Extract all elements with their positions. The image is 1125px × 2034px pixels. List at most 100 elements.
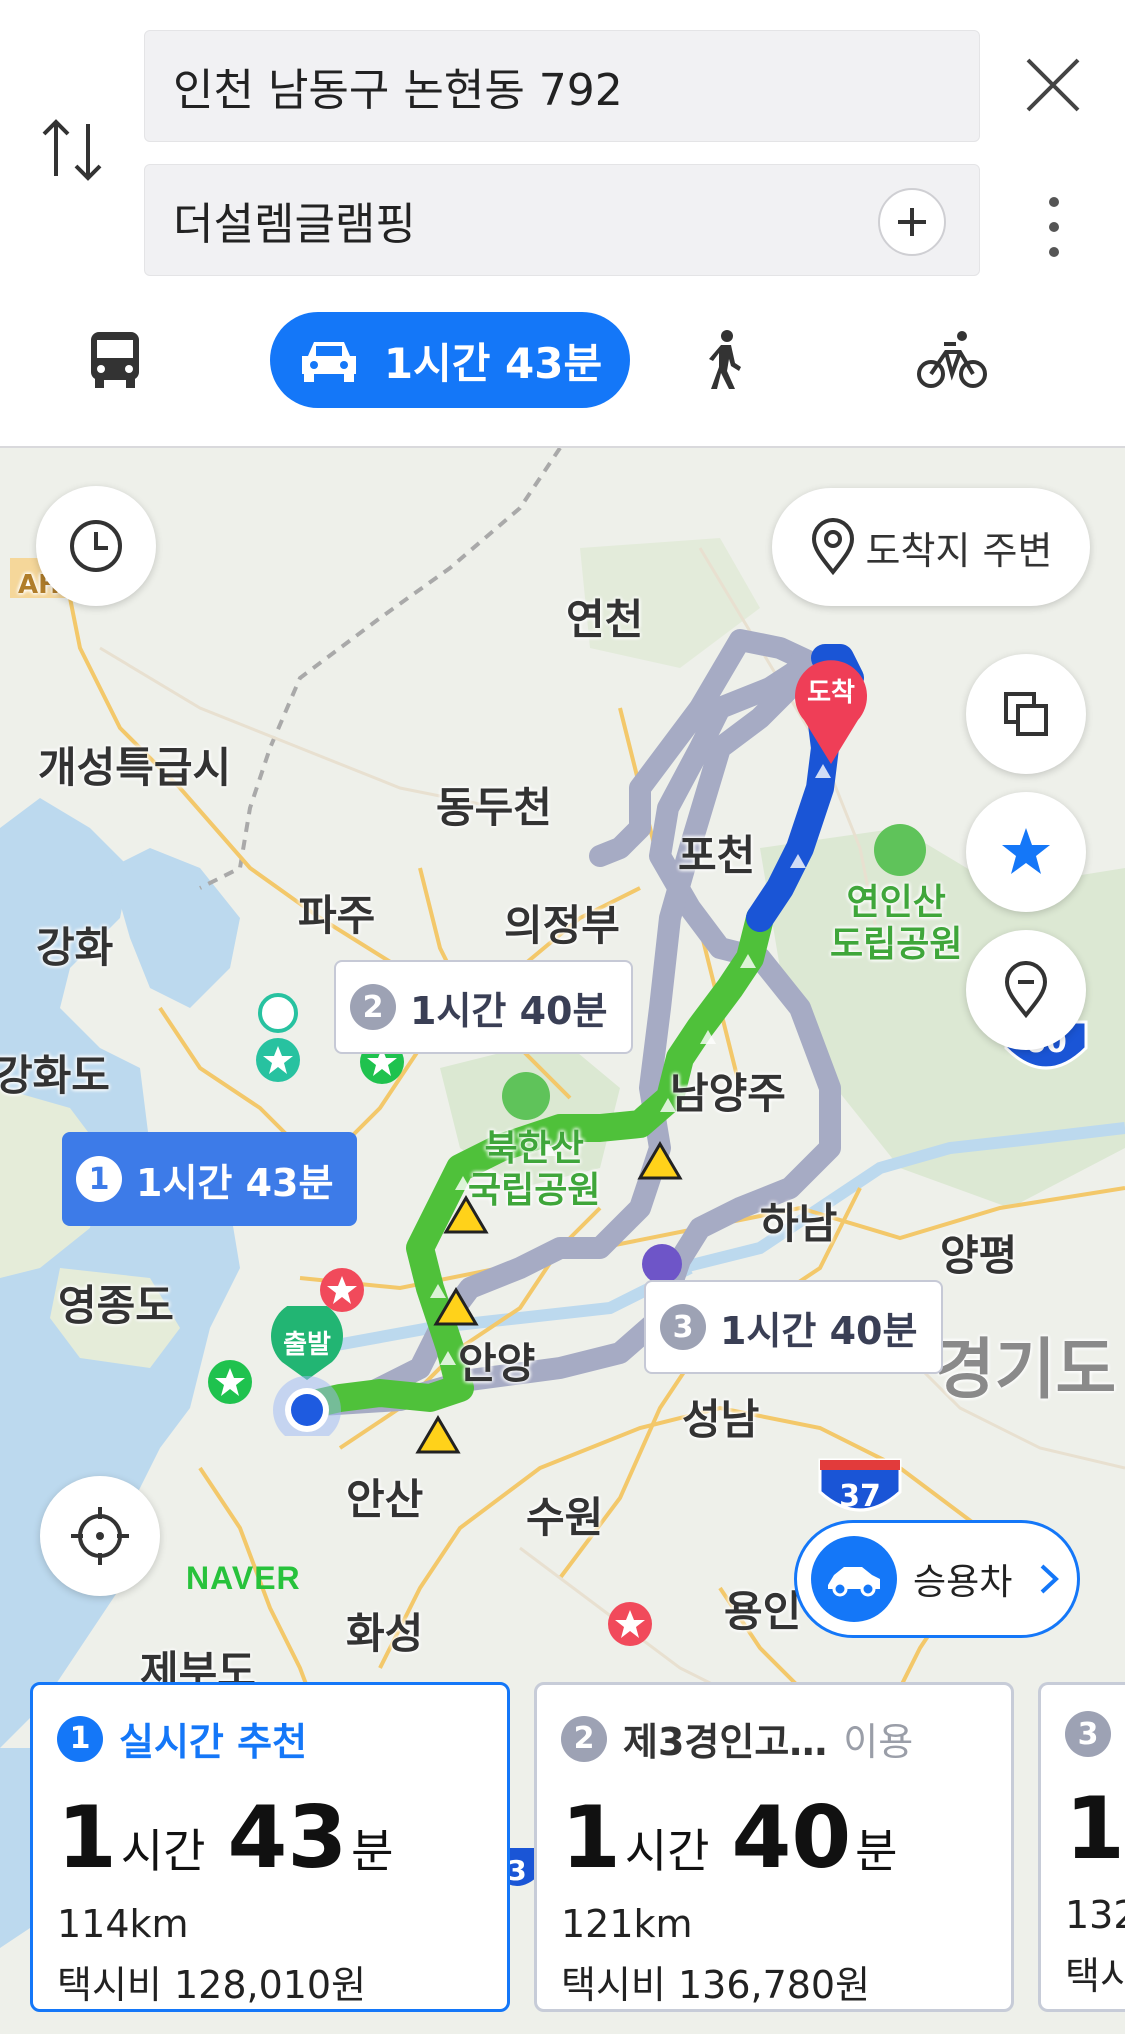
route-card-1[interactable]: 1 실시간 추천 1 시간 43 분 114km 택시비 128,010원 <box>30 1682 510 2012</box>
route-card-header: 3 <box>1065 1711 1125 1757</box>
duration-hours: 1 <box>1065 1779 1125 1879</box>
route-taxi-fare: 택시비 136,780원 <box>561 1963 871 2007</box>
favorites-button[interactable] <box>966 792 1086 912</box>
place-label-namyangju: 남양주 <box>670 1069 786 1118</box>
nearby-destination-button[interactable]: 도착지 주변 <box>772 488 1090 606</box>
poi-number-icon <box>258 993 298 1033</box>
tab-walk[interactable] <box>690 312 760 408</box>
route-card-3[interactable]: 3 1 132 택시 <box>1038 1682 1125 2012</box>
clock-icon <box>70 520 122 572</box>
place-label-dongducheon: 동두천 <box>436 783 552 832</box>
pin-minus-icon <box>1004 961 1048 1019</box>
duration-hour-unit: 시간 <box>624 1824 710 1878</box>
tab-transit[interactable] <box>70 312 160 408</box>
crosshair-icon <box>71 1507 129 1565</box>
route-bubble-2[interactable]: 2 1시간 40분 <box>334 960 634 1054</box>
car-icon <box>301 342 356 382</box>
place-label-ganghwado: 강화도 <box>0 1051 110 1100</box>
place-label-kaesong: 개성특급시 <box>38 743 232 792</box>
place-label-yangpyeong: 양평 <box>940 1231 1018 1280</box>
route-number-badge: 3 <box>1065 1711 1111 1757</box>
place-label-yeoncheon: 연천 <box>566 595 644 644</box>
layers-button[interactable] <box>966 654 1086 774</box>
route-distance: 114km <box>57 1902 189 1946</box>
car-duration-label: 1시간 43분 <box>383 338 603 388</box>
destination-marker-label: 도착 <box>807 678 855 708</box>
place-label-ansan: 안산 <box>346 1475 424 1524</box>
destination-marker[interactable]: 도착 <box>792 658 870 768</box>
route-card-2[interactable]: 2 제3경인고… 이용 1 시간 40 분 121km 택시비 136,780원 <box>534 1682 1014 2012</box>
route-bubble-3[interactable]: 3 1시간 40분 <box>644 1280 944 1374</box>
route-bubble-number: 3 <box>660 1304 706 1350</box>
place-label-hwaseong: 화성 <box>346 1609 424 1658</box>
origin-text: 인천 남동구 논현동 792 <box>173 65 623 116</box>
time-button[interactable] <box>36 486 156 606</box>
duration-minute-unit: 분 <box>855 1824 898 1878</box>
route-duration: 1 시간 40 분 <box>561 1788 987 1888</box>
vehicle-circle <box>811 1536 897 1622</box>
tab-bike[interactable] <box>912 312 992 408</box>
naver-logo: NAVER <box>186 1560 301 1596</box>
place-label-yongin: 용인 <box>724 1587 802 1636</box>
duration-hours: 1 <box>561 1788 621 1888</box>
route-bubble-number: 2 <box>350 984 396 1030</box>
layers-icon <box>1004 692 1048 736</box>
waypoint-pin-button[interactable] <box>966 930 1086 1050</box>
bike-icon <box>917 331 987 388</box>
route-bubble-number: 1 <box>76 1156 122 1202</box>
start-marker[interactable]: 출발 <box>266 1306 348 1436</box>
tab-car[interactable]: 1시간 43분 <box>270 312 630 408</box>
estuary <box>110 848 240 1008</box>
place-label-pocheon: 포천 <box>678 831 756 880</box>
place-label-bukhansan: 북한산 국립공원 <box>468 1128 601 1211</box>
route-number-badge: 2 <box>561 1715 607 1762</box>
plus-icon <box>898 208 926 236</box>
my-location-button[interactable] <box>40 1476 160 1596</box>
route-bubble-time: 1시간 43분 <box>136 1160 334 1205</box>
walk-icon <box>709 330 741 389</box>
route-bubble-time: 1시간 40분 <box>410 988 608 1033</box>
close-icon[interactable] <box>1020 52 1086 118</box>
add-waypoint-button[interactable] <box>878 188 946 256</box>
route-search-header: 인천 남동구 논현동 792 더설렘글램핑 1시간 43분 <box>0 0 1125 448</box>
route-distance: 132 <box>1065 1893 1125 1937</box>
duration-minutes: 43 <box>227 1788 348 1888</box>
shield-37-text: 37 <box>839 1479 881 1514</box>
place-label-uijeongbu: 의정부 <box>504 901 620 950</box>
more-options-icon[interactable] <box>1040 192 1068 262</box>
destination-text: 더설렘글램핑 <box>173 199 416 250</box>
nearby-destination-label: 도착지 주변 <box>865 528 1053 573</box>
place-label-yeongjongdo: 영종도 <box>58 1281 174 1330</box>
swap-icon[interactable] <box>38 110 108 190</box>
route-bubble-time: 1시간 40분 <box>720 1308 918 1353</box>
duration-minutes: 40 <box>731 1788 852 1888</box>
bus-icon <box>91 332 139 388</box>
place-label-ganghwa: 강화 <box>36 923 114 972</box>
route-card-header: 1 실시간 추천 <box>57 1711 483 1766</box>
place-label-anyang: 안양 <box>458 1339 536 1388</box>
chevron-right-icon <box>1041 1564 1060 1594</box>
duration-hours: 1 <box>57 1788 117 1888</box>
star-icon <box>1002 828 1050 874</box>
start-marker-label: 출발 <box>283 1330 331 1360</box>
route-taxi-fare: 택시비 128,010원 <box>57 1963 367 2007</box>
place-label-paju: 파주 <box>298 891 376 940</box>
route-duration: 1 시간 43 분 <box>57 1788 483 1888</box>
place-label-suwon: 수원 <box>526 1493 604 1542</box>
place-label-hanam: 하남 <box>760 1199 838 1248</box>
place-label-seongnam: 성남 <box>682 1395 760 1444</box>
route-card-header: 2 제3경인고… 이용 <box>561 1711 987 1766</box>
vehicle-type-label: 승용차 <box>913 1562 1013 1603</box>
map-view[interactable]: 60 37 3 AHN 연천 개성특급시 동두천 포천 파주 의정부 강화 강화… <box>0 448 1125 2034</box>
destination-field[interactable]: 더설렘글램핑 <box>144 164 980 276</box>
transport-mode-tabs: 1시간 43분 <box>0 312 1125 408</box>
place-label-yeoninsan: 연인산 도립공원 <box>830 882 963 965</box>
vehicle-type-button[interactable]: 승용차 <box>794 1520 1080 1638</box>
route-title: 제3경인고… <box>623 1720 828 1764</box>
origin-field[interactable]: 인천 남동구 논현동 792 <box>144 30 980 142</box>
route-bubble-1[interactable]: 1 1시간 43분 <box>62 1132 358 1226</box>
route-distance: 121km <box>561 1902 693 1946</box>
route-title: 실시간 추천 <box>119 1720 308 1764</box>
route-title-suffix: 이용 <box>843 1720 914 1764</box>
route-number-badge: 1 <box>57 1715 103 1762</box>
